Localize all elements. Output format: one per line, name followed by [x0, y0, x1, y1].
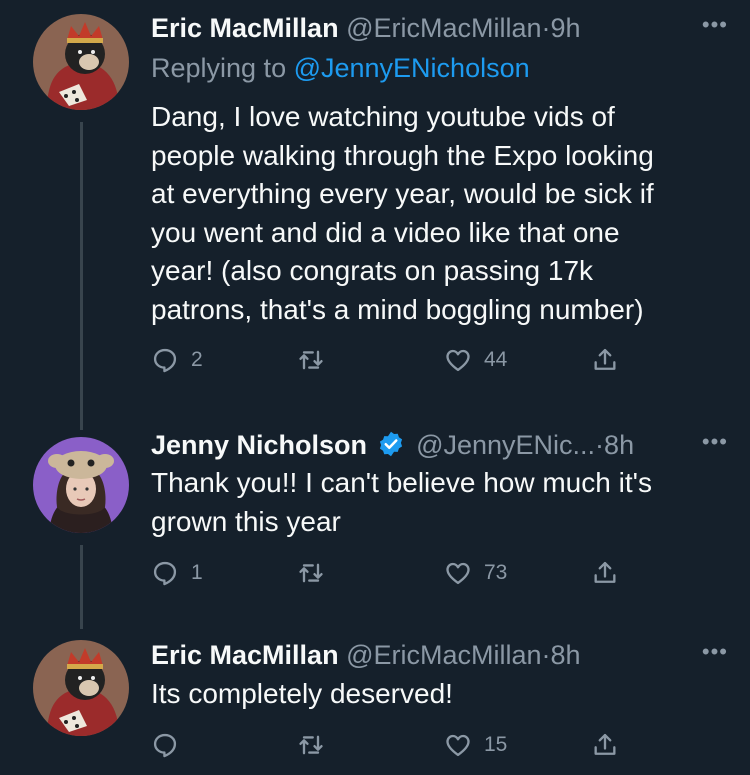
share-button[interactable] — [591, 342, 619, 378]
more-icon[interactable]: ••• — [702, 635, 728, 669]
share-icon — [594, 733, 616, 755]
verified-badge-icon — [379, 431, 402, 457]
tweet-timestamp[interactable]: 8h — [551, 640, 581, 670]
tweet-actions: 15 — [151, 727, 631, 763]
tweet-timestamp[interactable]: 8h — [604, 430, 634, 460]
tweet-text-line: Its completely deserved! — [151, 678, 453, 709]
reply-button[interactable]: 2 — [151, 342, 203, 378]
tweet-text: Its completely deserved! — [151, 675, 721, 714]
like-count: 73 — [484, 561, 508, 584]
tweet-text-line: at everything every year, would be sick … — [151, 178, 654, 209]
tweet-text: Dang, I love watching youtube vids of pe… — [151, 98, 721, 329]
reply-icon — [153, 348, 177, 373]
separator-dot: · — [541, 13, 551, 43]
tweet[interactable]: Eric MacMillan @EricMacMillan·9h ••• Rep… — [0, 0, 750, 410]
heart-icon — [446, 734, 470, 757]
reply-icon — [153, 733, 177, 758]
retweet-button[interactable] — [297, 727, 337, 763]
reply-button[interactable]: 1 — [151, 555, 203, 591]
share-button[interactable] — [591, 727, 619, 763]
author-name[interactable]: Eric MacMillan — [151, 13, 339, 43]
tweet-text-line: you went and did a video like that one — [151, 216, 620, 248]
retweet-icon — [299, 350, 323, 370]
heart-icon — [446, 562, 470, 585]
tweet[interactable]: Jenny Nicholson @JennyENic...·8h ••• Tha… — [0, 415, 750, 615]
tweet-text-line: Dang, I love watching youtube vids of — [151, 101, 615, 132]
avatar-dog-king-image — [33, 14, 129, 110]
more-icon[interactable]: ••• — [702, 425, 728, 459]
replying-to: Replying to @JennyENicholson — [151, 49, 530, 87]
replying-to-label: Replying to — [151, 53, 294, 83]
like-button[interactable]: 15 — [444, 727, 507, 763]
more-icon[interactable]: ••• — [702, 8, 728, 42]
avatar[interactable] — [33, 640, 129, 736]
avatar-photo-image — [33, 437, 129, 533]
separator-dot: · — [595, 430, 605, 460]
like-count: 15 — [484, 733, 508, 756]
avatar[interactable] — [33, 14, 129, 110]
tweet-text-line: grown this year — [151, 505, 341, 537]
tweet-actions: 1 73 — [151, 555, 631, 591]
retweet-icon — [299, 735, 323, 755]
tweet-text-line: people walking through the Expo looking — [151, 139, 654, 171]
reply-count: 2 — [191, 348, 203, 371]
avatar-dog-king-image — [33, 640, 129, 736]
tweet-header: Eric MacMillan @EricMacMillan·8h ••• — [151, 635, 730, 675]
share-icon — [594, 561, 616, 583]
reply-icon — [153, 561, 177, 586]
tweet-text-line: Thank you!! I can't believe how much it'… — [151, 467, 652, 498]
reply-button[interactable] — [151, 727, 191, 763]
tweet-timestamp[interactable]: 9h — [551, 13, 581, 43]
author-handle[interactable]: @EricMacMillan — [346, 13, 541, 43]
author-handle[interactable]: @EricMacMillan — [346, 640, 541, 670]
tweet-actions: 2 44 — [151, 342, 631, 378]
tweet-header: Jenny Nicholson @JennyENic...·8h ••• — [151, 425, 730, 465]
retweet-button[interactable] — [297, 555, 337, 591]
author-handle[interactable]: @JennyENic... — [416, 430, 595, 460]
tweet-text-line: year! (also congrats on passing 17k — [151, 255, 594, 286]
author-name[interactable]: Eric MacMillan — [151, 640, 339, 670]
retweet-button[interactable] — [297, 342, 337, 378]
separator-dot: · — [541, 640, 551, 670]
avatar[interactable] — [33, 437, 129, 533]
like-button[interactable]: 44 — [444, 342, 507, 378]
heart-icon — [446, 349, 470, 372]
reply-count: 1 — [191, 561, 203, 584]
like-count: 44 — [484, 348, 508, 371]
tweet-text: Thank you!! I can't believe how much it'… — [151, 464, 721, 541]
tweet-header: Eric MacMillan @EricMacMillan·9h ••• — [151, 8, 730, 48]
share-icon — [594, 348, 616, 370]
retweet-icon — [299, 563, 323, 583]
share-button[interactable] — [591, 555, 619, 591]
tweet[interactable]: Eric MacMillan @EricMacMillan·8h ••• Its… — [0, 629, 750, 775]
like-button[interactable]: 73 — [444, 555, 507, 591]
tweet-text-line: patrons, that's a mind boggling number) — [151, 293, 644, 325]
mention-link[interactable]: @JennyENicholson — [294, 53, 530, 83]
author-name[interactable]: Jenny Nicholson — [151, 430, 367, 460]
